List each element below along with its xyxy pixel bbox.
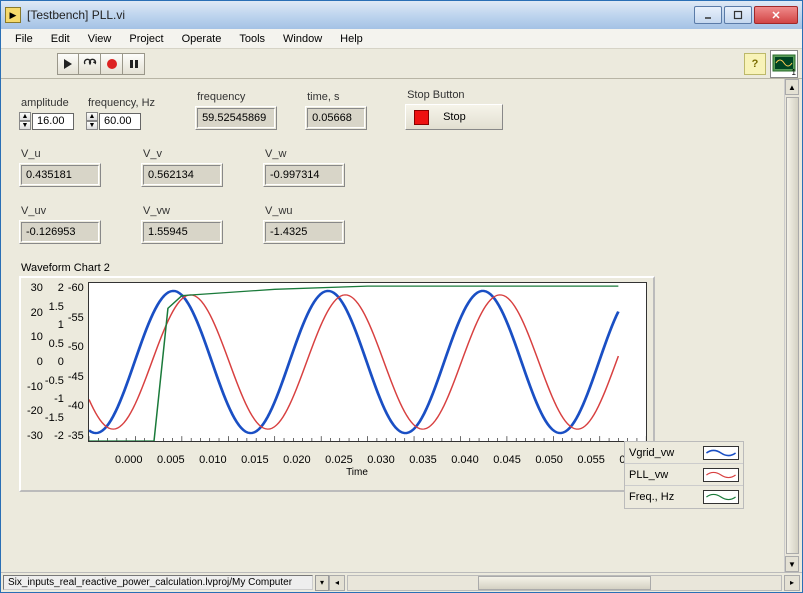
run-button[interactable] (57, 53, 79, 75)
close-button[interactable] (754, 6, 798, 24)
help-icon[interactable]: ? (744, 53, 766, 75)
menu-bar: File Edit View Project Operate Tools Win… (1, 29, 802, 49)
app-icon: ▶ (5, 7, 21, 23)
legend-item[interactable]: Freq., Hz (625, 486, 743, 508)
maximize-button[interactable] (724, 6, 752, 24)
menu-edit[interactable]: Edit (43, 31, 78, 47)
vuv-label: V_uv (19, 205, 101, 217)
abort-button[interactable] (101, 53, 123, 75)
menu-project[interactable]: Project (121, 31, 171, 47)
vv-indicator: 0.562134 (143, 165, 221, 185)
project-path: Six_inputs_real_reactive_power_calculati… (3, 575, 313, 590)
frequency-indicator: 59.52545869 (197, 108, 275, 128)
stop-label: Stop Button (405, 89, 503, 101)
frequency-hz-label: frequency, Hz (86, 97, 155, 109)
menu-help[interactable]: Help (332, 31, 371, 47)
y-axis: 3020100-10-20-30 21.510.50-0.5-1-1.5-2 -… (27, 282, 88, 442)
frequency-hz-spinner[interactable]: ▲▼ (86, 112, 98, 130)
menu-window[interactable]: Window (275, 31, 330, 47)
menu-tools[interactable]: Tools (231, 31, 273, 47)
vuv-indicator: -0.126953 (21, 222, 99, 242)
front-panel: amplitude ▲▼ 16.00 frequency, Hz ▲▼ 60.0… (1, 79, 802, 572)
plot-area[interactable] (88, 282, 647, 442)
toolbar: ? (1, 49, 802, 79)
vvw-label: V_vw (141, 205, 223, 217)
vw-indicator: -0.997314 (265, 165, 343, 185)
vu-label: V_u (19, 148, 101, 160)
menu-operate[interactable]: Operate (174, 31, 230, 47)
vwu-label: V_wu (263, 205, 345, 217)
horizontal-scrollbar[interactable] (347, 575, 782, 591)
amplitude-label: amplitude (19, 97, 74, 109)
time-label: time, s (305, 91, 367, 103)
legend-item[interactable]: Vgrid_vw (625, 442, 743, 464)
vw-label: V_w (263, 148, 345, 160)
title-bar: ▶ [Testbench] PLL.vi (1, 1, 802, 29)
vv-label: V_v (141, 148, 223, 160)
frequency-hz-field[interactable]: 60.00 (99, 113, 141, 130)
scroll-right[interactable]: ▸ (784, 575, 800, 591)
x-axis-label: Time (67, 467, 647, 478)
path-dropdown[interactable]: ▾ (315, 575, 329, 591)
vu-indicator: 0.435181 (21, 165, 99, 185)
waveform-chart: 3020100-10-20-30 21.510.50-0.5-1-1.5-2 -… (19, 276, 655, 492)
vi-icon[interactable] (770, 50, 798, 78)
stop-button[interactable]: Stop (405, 104, 503, 130)
window-title: [Testbench] PLL.vi (27, 8, 694, 22)
stop-text: Stop (443, 111, 466, 123)
chart-title: Waveform Chart 2 (21, 262, 768, 274)
vvw-indicator: 1.55945 (143, 222, 221, 242)
stop-icon (414, 110, 429, 125)
amplitude-spinner[interactable]: ▲▼ (19, 112, 31, 130)
frequency-label: frequency (195, 91, 277, 103)
pause-button[interactable] (123, 53, 145, 75)
vwu-indicator: -1.4325 (265, 222, 343, 242)
amplitude-field[interactable]: 16.00 (32, 113, 74, 130)
scroll-left[interactable]: ◂ (329, 575, 345, 591)
menu-file[interactable]: File (7, 31, 41, 47)
status-bar: Six_inputs_real_reactive_power_calculati… (1, 572, 802, 592)
time-indicator: 0.05668 (307, 108, 365, 128)
chart-legend: Vgrid_vw PLL_vw Freq., Hz (624, 441, 744, 509)
minimize-button[interactable] (694, 6, 722, 24)
run-continuous-button[interactable] (79, 53, 101, 75)
legend-item[interactable]: PLL_vw (625, 464, 743, 486)
menu-view[interactable]: View (80, 31, 120, 47)
x-axis: 0.0000.0050.0100.0150.0200.0250.0300.035… (115, 454, 647, 466)
vertical-scrollbar[interactable]: ▲ ▼ (784, 79, 800, 572)
